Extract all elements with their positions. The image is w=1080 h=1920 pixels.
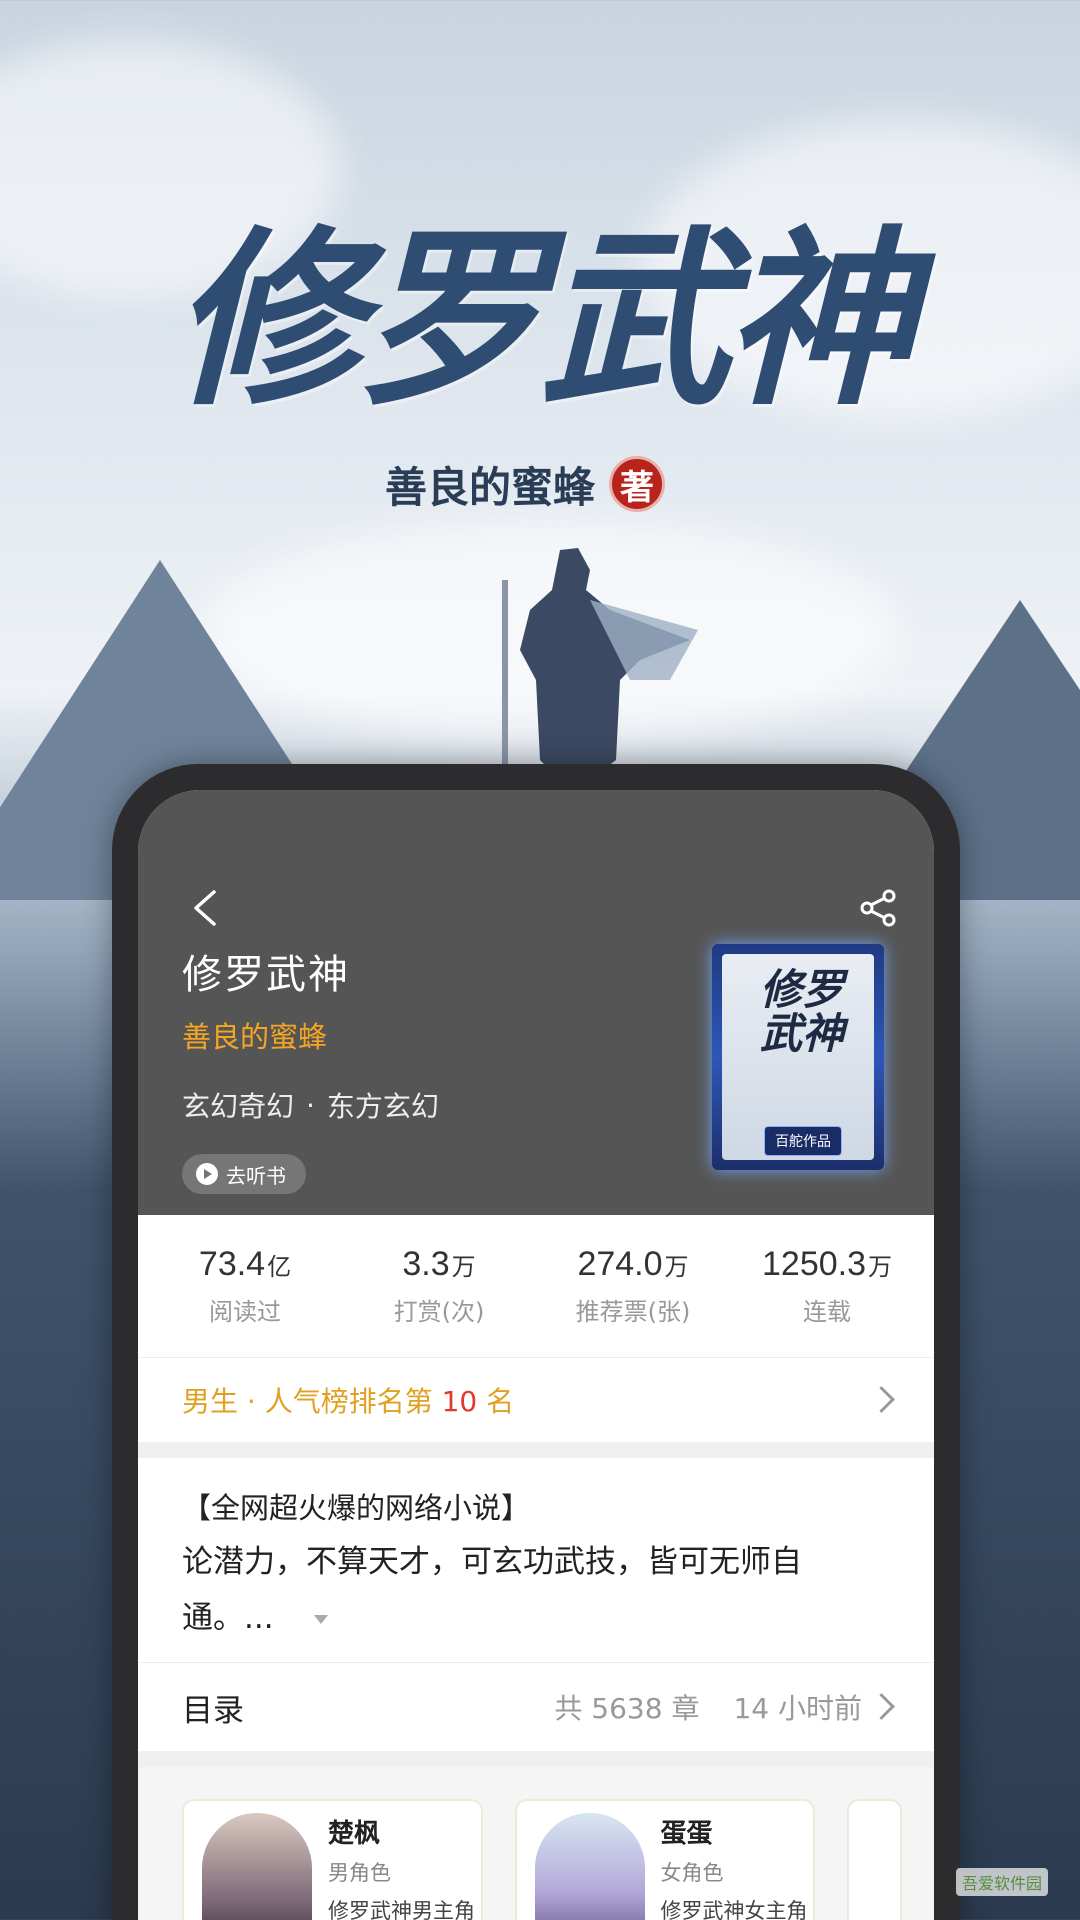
poster-title: 修罗武神 [171,208,914,431]
share-icon[interactable] [858,888,898,928]
character-card[interactable]: 蛋蛋 女角色 修罗武神女主角 [514,1799,816,1920]
poster-author: 善良的蜜蜂 著 [385,456,666,512]
stat-label: 打赏(次) [393,1298,485,1326]
expand-icon[interactable] [313,1615,328,1624]
stat-unit: 亿 [267,1253,292,1281]
stat-label: 连载 [803,1298,851,1326]
phone-screen: 修罗武神 善良的蜜蜂 玄幻奇幻 · 东方玄幻 去听书 修罗武神 百舵作品 73.… [138,790,934,1920]
cover-art: 修罗武神 百舵作品 [722,954,874,1160]
stat-value: 274.0 [577,1245,663,1283]
character-desc: 修罗武神女主角 [660,1899,808,1920]
rank-text: 男生 · 人气榜排名第 10 名 [182,1380,514,1420]
catalog-info: 共 5638 章 14 小时前 [554,1687,890,1727]
book-cover[interactable]: 修罗武神 百舵作品 [712,944,884,1170]
stat-unit: 万 [868,1253,892,1281]
stat-unit: 万 [451,1253,476,1281]
site-watermark: 吾爱软件园 [956,1868,1049,1896]
stat-value: 73.4 [198,1245,266,1283]
section-divider [138,1751,934,1767]
character-list: 楚枫 男角色 修罗武神男主角 蛋蛋 女角色 修罗武神女主角 [138,1767,934,1920]
character-role: 男角色 [328,1861,391,1885]
author-seal: 著 [609,456,666,512]
stat-label: 阅读过 [209,1298,281,1326]
stat-reads: 73.4亿 阅读过 [148,1245,342,1357]
play-icon [196,1163,218,1185]
stat-unit: 万 [664,1253,689,1281]
book-stats: 73.4亿 阅读过 3.3万 打赏(次) 274.0万 推荐票(张) 1250.… [138,1215,934,1358]
warrior-illustration [502,548,698,780]
section-divider [138,1442,934,1458]
update-time: 14 小时前 [733,1692,862,1725]
popularity-rank-row[interactable]: 男生 · 人气榜排名第 10 名 [138,1358,934,1442]
rank-suffix: 名 [477,1385,515,1418]
genre-separator: · [306,1088,315,1122]
phone-frame: 修罗武神 善良的蜜蜂 玄幻奇幻 · 东方玄幻 去听书 修罗武神 百舵作品 73.… [112,764,960,1920]
listen-button[interactable]: 去听书 [182,1154,306,1194]
character-card[interactable]: 楚枫 男角色 修罗武神男主角 [182,1799,483,1920]
summary-text: 论潜力，不算天才，可玄功武技，皆可无师自通。... [182,1544,802,1636]
genre-main[interactable]: 玄幻奇幻 [182,1085,294,1125]
chapter-count: 共 5638 章 [554,1692,700,1725]
poster-author-name: 善良的蜜蜂 [385,462,596,512]
cover-badge: 百舵作品 [764,1126,842,1156]
stat-serial: 1250.3万 连载 [730,1245,924,1357]
rank-number: 10 [441,1385,478,1418]
stat-recommend-votes[interactable]: 274.0万 推荐票(张) [536,1245,730,1357]
chevron-left-icon[interactable] [186,886,226,930]
stat-rewards[interactable]: 3.3万 打赏(次) [342,1245,536,1357]
character-desc: 修罗武神男主角 [328,1899,475,1920]
stat-label: 推荐票(张) [575,1298,691,1326]
character-role: 女角色 [660,1861,724,1885]
book-genre: 玄幻奇幻 · 东方玄幻 [182,1085,439,1125]
rank-prefix: 男生 · 人气榜排名第 [182,1385,442,1418]
character-card[interactable] [847,1799,902,1920]
character-name: 楚枫 [328,1819,381,1849]
character-name: 蛋蛋 [660,1819,713,1849]
character-avatar [534,1813,645,1920]
chevron-right-icon [872,1385,890,1415]
character-avatar [202,1813,312,1920]
listen-label: 去听书 [226,1163,286,1188]
chevron-right-icon [872,1692,890,1722]
summary-headline: 【全网超火爆的网络小说】 [182,1491,531,1525]
summary-body: 论潜力，不算天才，可玄功武技，皆可无师自通。... [182,1534,890,1646]
cover-title: 修罗武神 [759,965,844,1058]
book-summary[interactable]: 【全网超火爆的网络小说】 论潜力，不算天才，可玄功武技，皆可无师自通。... [138,1458,934,1663]
stat-value: 1250.3 [762,1245,866,1283]
stat-value: 3.3 [402,1245,450,1283]
book-header: 修罗武神 善良的蜜蜂 玄幻奇幻 · 东方玄幻 去听书 修罗武神 百舵作品 [138,790,934,1215]
catalog-title: 目录 [182,1692,244,1729]
genre-sub[interactable]: 东方玄幻 [327,1085,439,1125]
book-author-link[interactable]: 善良的蜜蜂 [182,1014,327,1056]
catalog-row[interactable]: 目录 共 5638 章 14 小时前 [138,1663,934,1751]
book-title: 修罗武神 [182,952,350,998]
